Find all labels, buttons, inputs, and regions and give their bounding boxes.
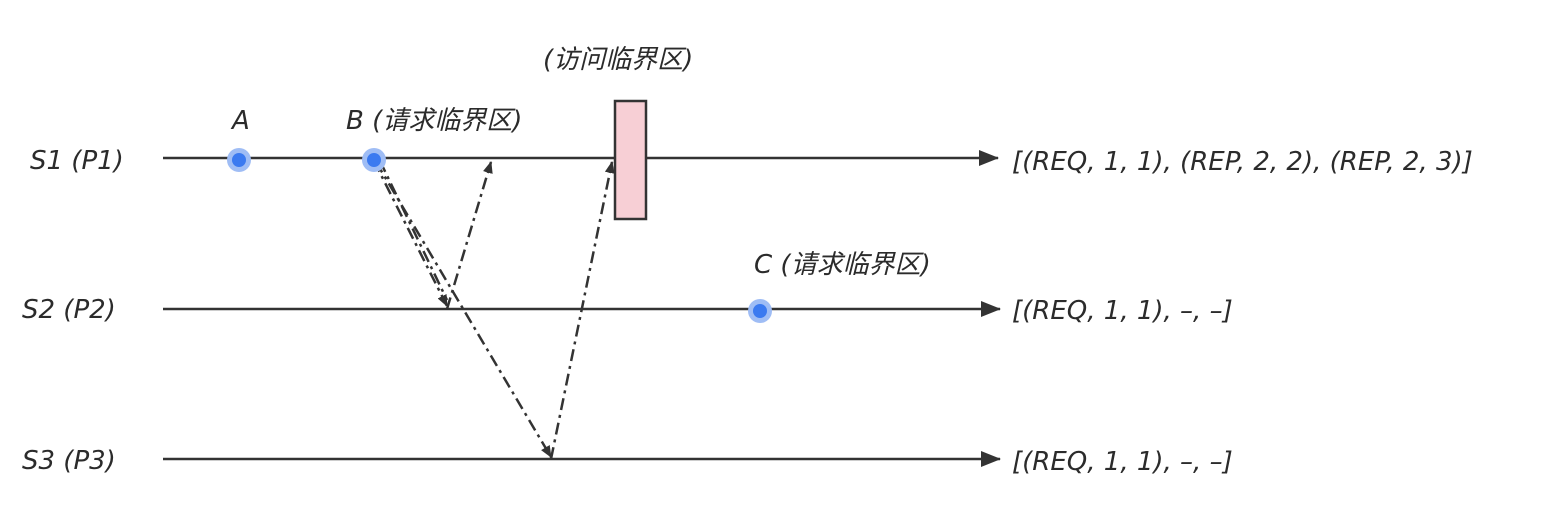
- event-c-label: C (请求临界区): [754, 250, 931, 280]
- request-message-to-s2: [372, 160, 449, 307]
- event-a-marker: [227, 148, 251, 172]
- process-label-s1: S1 (P1): [30, 146, 124, 176]
- queue-state-s3: [(REQ, 1, 1), –, –]: [1012, 447, 1233, 477]
- queue-state-s2: [(REQ, 1, 1), –, –]: [1012, 296, 1233, 326]
- process-label-s2: S2 (P2): [22, 295, 116, 325]
- reply-message-from-s3: [549, 161, 615, 460]
- event-b-marker: [362, 148, 386, 172]
- event-a-label: A: [230, 106, 250, 136]
- request-message-to-s2-shadow: [378, 160, 449, 301]
- critical-section-box: [613, 99, 648, 221]
- event-c-marker: [748, 299, 772, 323]
- reply-message-from-s2: [445, 161, 493, 310]
- lamport-mutex-diagram: S1 (P1) S2 (P2) S3 (P3) [(REQ, 1, 1), (R…: [22, 45, 1473, 477]
- process-label-s3: S3 (P3): [22, 446, 116, 476]
- queue-state-s1: [(REQ, 1, 1), (REP, 2, 2), (REP, 2, 3)]: [1012, 147, 1473, 177]
- critical-section-label: (访问临界区): [543, 45, 693, 75]
- event-b-label: B (请求临界区): [346, 106, 522, 136]
